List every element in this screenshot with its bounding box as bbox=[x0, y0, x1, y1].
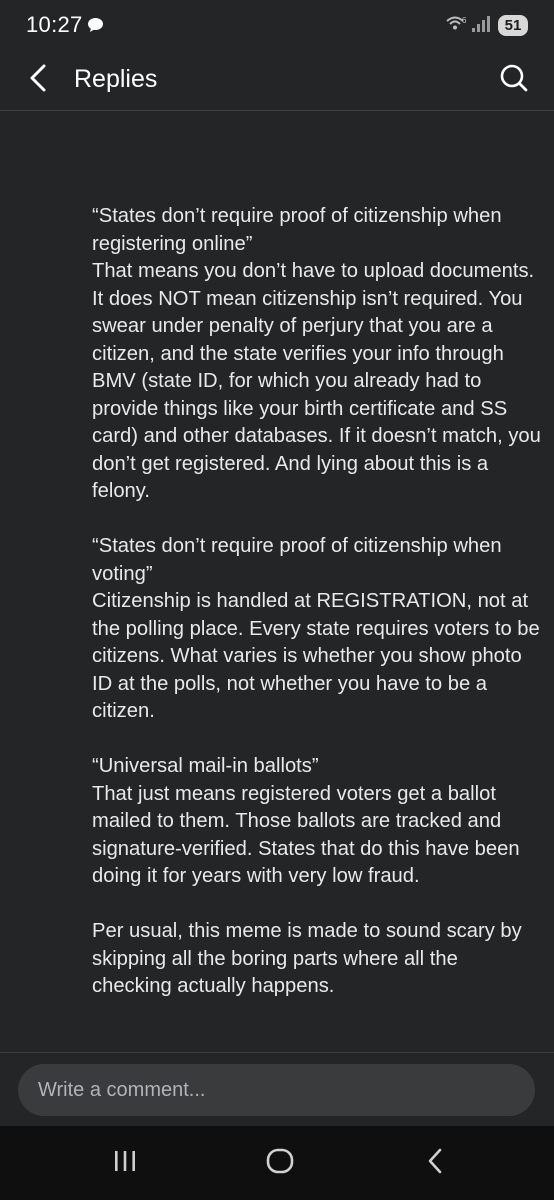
system-nav-bar bbox=[0, 1126, 554, 1200]
search-button[interactable] bbox=[494, 60, 534, 100]
recent-apps-icon bbox=[112, 1149, 138, 1178]
comment-paragraph: “States don’t require proof of citizensh… bbox=[92, 205, 541, 502]
chevron-left-icon bbox=[28, 63, 48, 98]
chat-bubble-icon bbox=[87, 17, 104, 38]
comment-paragraph: “States don’t require proof of citizensh… bbox=[92, 535, 540, 722]
back-nav-button[interactable] bbox=[415, 1143, 455, 1183]
search-icon bbox=[499, 63, 529, 98]
page-title: Replies bbox=[74, 65, 158, 93]
top-app-bar: Replies bbox=[0, 52, 554, 111]
battery-indicator: 51 bbox=[498, 15, 528, 36]
back-button[interactable] bbox=[20, 60, 56, 100]
comment-paragraph: “Universal mail-in ballots” That just me… bbox=[92, 755, 520, 887]
status-time: 10:27 bbox=[26, 12, 83, 37]
reply-comment-body: “States don’t require proof of citizensh… bbox=[92, 203, 542, 1028]
home-button[interactable] bbox=[260, 1143, 300, 1183]
comment-composer bbox=[0, 1052, 554, 1127]
comment-input[interactable] bbox=[18, 1064, 535, 1116]
home-icon bbox=[266, 1148, 294, 1179]
wifi-icon: 6 bbox=[446, 14, 468, 39]
comment-paragraph: Per usual, this meme is made to sound sc… bbox=[92, 920, 522, 997]
status-bar: 10:27 6 51 bbox=[0, 0, 554, 52]
signal-icon bbox=[471, 14, 491, 39]
back-icon bbox=[425, 1148, 445, 1179]
svg-text:6: 6 bbox=[462, 16, 467, 25]
recent-apps-button[interactable] bbox=[105, 1143, 145, 1183]
